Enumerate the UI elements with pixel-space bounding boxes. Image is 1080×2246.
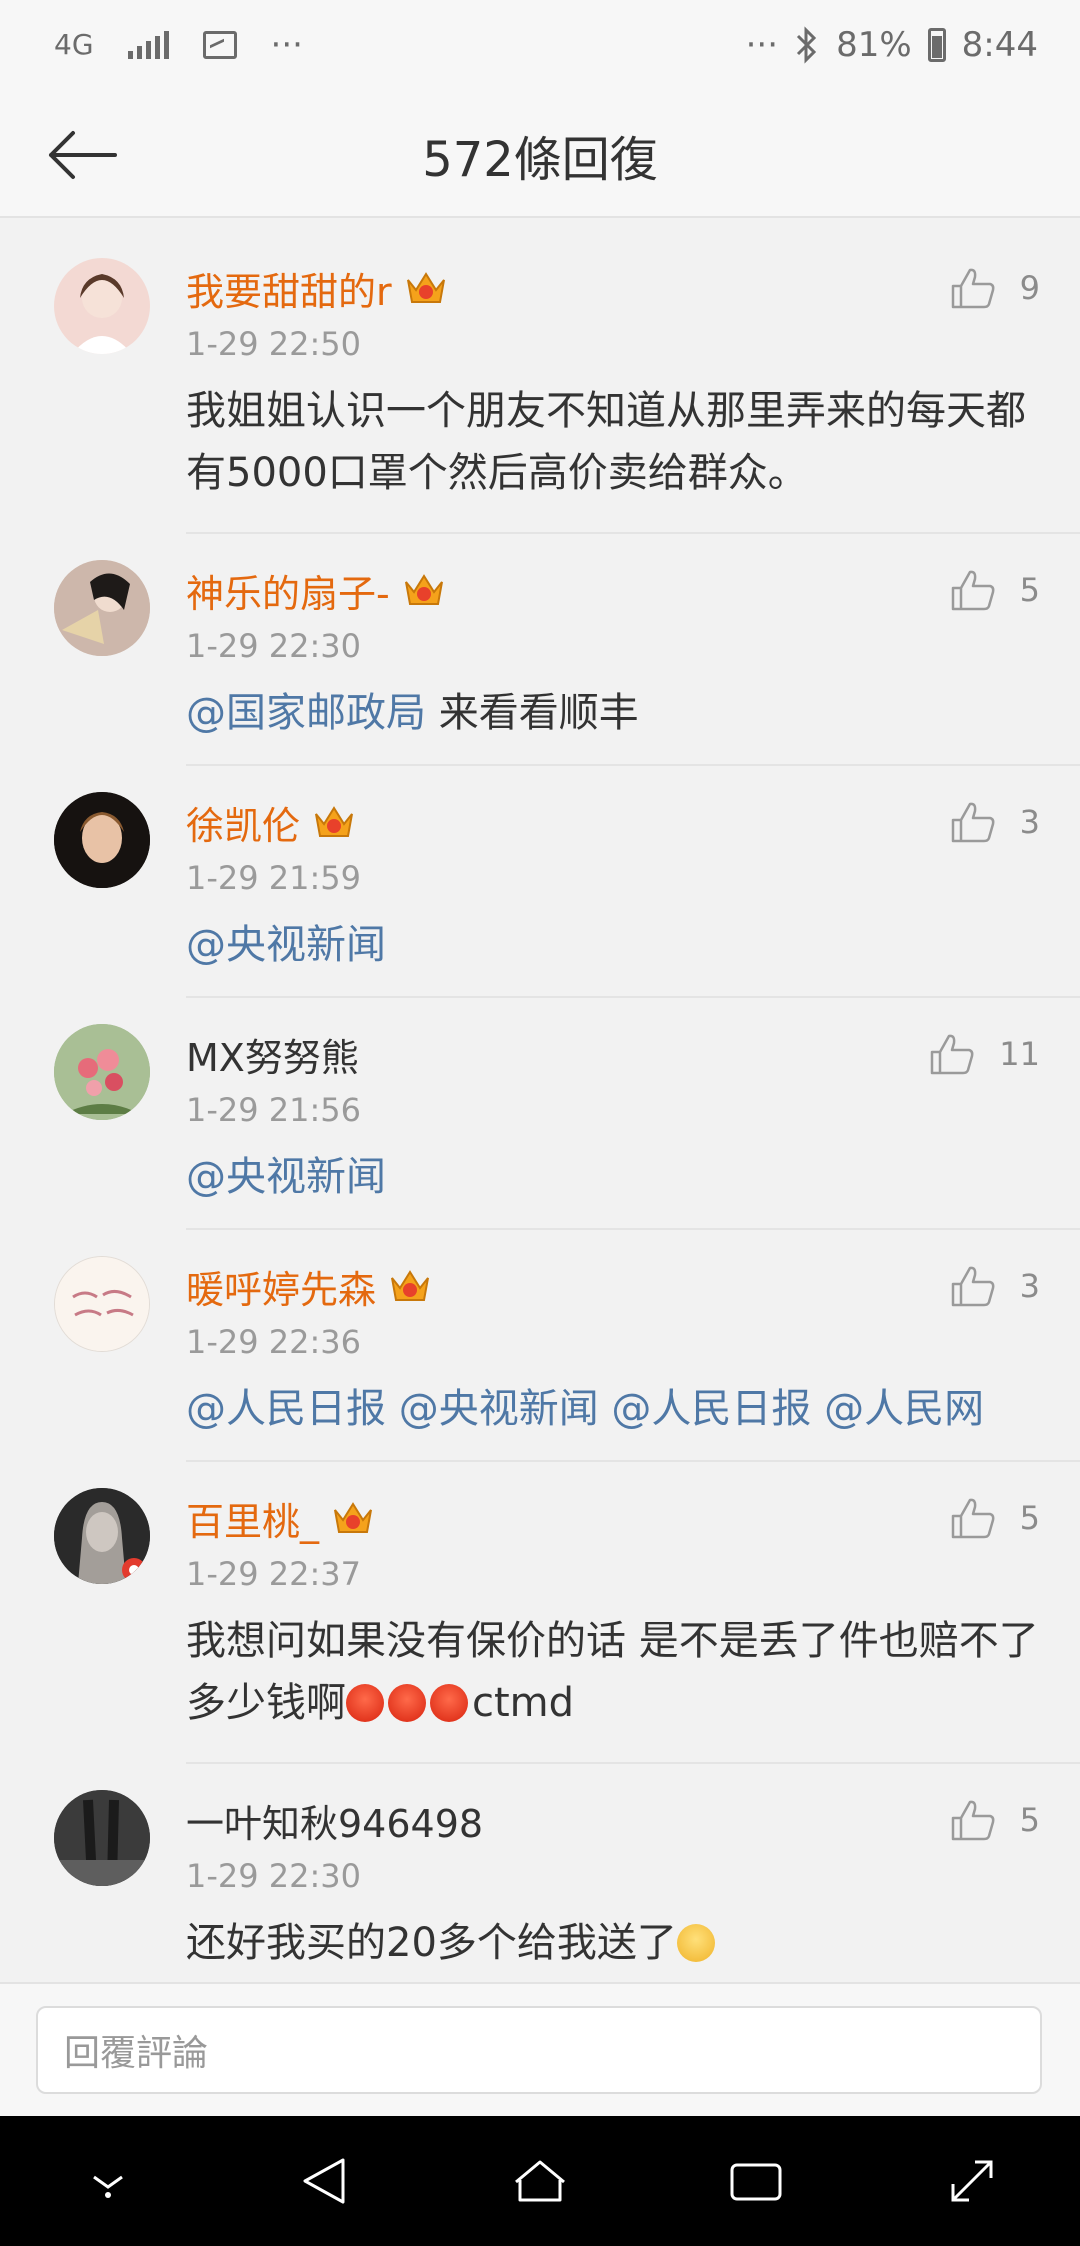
username[interactable]: 暖呼婷先森 (186, 1259, 376, 1314)
vip-crown-icon (406, 272, 445, 303)
like-count: 5 (1019, 1801, 1040, 1839)
thumbs-up-icon (931, 1034, 974, 1075)
username[interactable]: 我要甜甜的r (186, 261, 392, 316)
thumbs-up-icon (951, 1498, 995, 1539)
bluetooth-icon (797, 26, 817, 64)
comment-time: 1-29 21:56 (186, 1091, 362, 1129)
like-button[interactable]: 5 (950, 1496, 1040, 1540)
comment-item: 神乐的扇子- 1-29 22:30 @国家邮政局 来看看顺丰 5 (54, 534, 1080, 766)
comment-item: 我要甜甜的r 1-29 22:50 我姐姐认识一个朋友不知道从那里弄来的每天都有… (54, 232, 1080, 534)
vip-crown-icon (334, 1502, 372, 1533)
nav-expand-button[interactable] (927, 2136, 1017, 2226)
like-button[interactable]: 3 (950, 1264, 1040, 1308)
like-button[interactable]: 5 (950, 568, 1040, 612)
like-count: 3 (1019, 803, 1040, 841)
comment-text: 还好我买的20多个给我送了 (186, 1912, 1040, 1982)
vip-crown-icon (315, 806, 353, 837)
clock: 8:44 (961, 25, 1038, 65)
comment-list[interactable]: 我要甜甜的r 1-29 22:50 我姐姐认识一个朋友不知道从那里弄来的每天都有… (0, 232, 1080, 1982)
comment-text: 我想问如果没有保价的话 是不是丢了件也赔不了多少钱啊 ctmd (186, 1610, 1040, 1756)
angry-emoji-icon (430, 1684, 468, 1722)
comment-text-tail: ctmd (472, 1680, 575, 1726)
reply-input[interactable]: 回覆評論 (36, 2006, 1042, 2094)
mention-link[interactable]: @央视新闻 (186, 922, 386, 968)
avatar[interactable] (54, 792, 150, 888)
signal-icon (127, 31, 169, 59)
comment-text: 我姐姐认识一个朋友不知道从那里弄来的每天都有5000口罩个然后高价卖给群众。 (186, 388, 1026, 496)
nav-recents-button[interactable] (711, 2136, 801, 2226)
comment-text: @央视新闻 (186, 1146, 1040, 1230)
page-title: 572條回復 (422, 132, 658, 188)
battery-icon (927, 28, 946, 62)
comment-time: 1-29 22:30 (186, 627, 362, 665)
like-count: 5 (1019, 1499, 1040, 1537)
like-button[interactable]: 5 (950, 1798, 1040, 1842)
title-bar: 572條回復 (0, 90, 1080, 218)
avatar[interactable] (54, 258, 150, 354)
comment-item: MX努努熊 1-29 21:56 @央视新闻 11 (54, 998, 1080, 1230)
username[interactable]: 神乐的扇子- (186, 563, 390, 618)
like-button[interactable]: 11 (929, 1032, 1040, 1076)
angry-emoji-icon (346, 1684, 384, 1722)
like-count: 11 (999, 1035, 1040, 1073)
comment-time: 1-29 21:59 (186, 859, 362, 897)
battery-percent: 81% (836, 25, 912, 65)
home-icon (515, 2160, 565, 2202)
vip-crown-icon (391, 1270, 429, 1301)
mention-link[interactable]: @人民日报 @央视新闻 @人民日报 @人民网 (186, 1386, 984, 1432)
comment-text: @人民日报 @央视新闻 @人民日报 @人民网 (186, 1378, 1040, 1462)
comment-time: 1-29 22:36 (186, 1323, 362, 1361)
username[interactable]: 百里桃_ (186, 1491, 319, 1546)
avatar[interactable] (54, 1024, 150, 1120)
network-indicator: 4G (54, 28, 94, 61)
expand-icon (951, 2160, 993, 2202)
recents-icon (730, 2163, 782, 2201)
thumbs-up-icon (951, 802, 995, 843)
comment-time: 1-29 22:50 (186, 325, 362, 363)
like-count: 9 (1019, 269, 1040, 307)
reply-bar: 回覆評論 (0, 1982, 1080, 2116)
avatar[interactable] (54, 1488, 150, 1584)
like-count: 5 (1019, 571, 1040, 609)
username[interactable]: 一叶知秋946498 (186, 1793, 483, 1848)
like-count: 3 (1019, 1267, 1040, 1305)
username[interactable]: 徐凯伦 (186, 795, 300, 850)
thumbs-up-icon (951, 268, 995, 309)
more-status: ··· (745, 25, 779, 65)
avatar[interactable] (54, 560, 150, 656)
image-notification-icon (202, 31, 237, 59)
avatar[interactable] (54, 1790, 150, 1886)
comment-text: @国家邮政局 来看看顺丰 (186, 682, 1040, 766)
back-triangle-icon (303, 2158, 345, 2204)
avatar[interactable] (54, 1256, 150, 1352)
like-button[interactable]: 9 (950, 266, 1040, 310)
angry-emoji-icon (388, 1684, 426, 1722)
nav-hide-button[interactable] (63, 2136, 153, 2226)
comment-text-body: 我想问如果没有保价的话 是不是丢了件也赔不了多少钱啊 (186, 1618, 1039, 1726)
thumbs-up-icon (951, 570, 995, 611)
status-bar: 4G ··· ··· 81% 8:44 (0, 0, 1080, 90)
system-nav-bar (0, 2116, 1080, 2246)
nav-back-button[interactable] (279, 2136, 369, 2226)
chevron-down-icon (93, 2175, 123, 2198)
vip-crown-icon (404, 574, 443, 605)
crying-emoji-icon (676, 1924, 715, 1962)
mention-link[interactable]: @央视新闻 (186, 1154, 386, 1200)
nav-home-button[interactable] (495, 2136, 585, 2226)
thumbs-up-icon (951, 1266, 995, 1307)
comment-text: @央视新闻 (186, 914, 1040, 998)
comment-text-body: 来看看顺丰 (426, 690, 639, 736)
comment-item: 徐凯伦 1-29 21:59 @央视新闻 3 (54, 766, 1080, 998)
comment-item: 一叶知秋946498 1-29 22:30 还好我买的20多个给我送了 5 (54, 1764, 1080, 1982)
comment-time: 1-29 22:30 (186, 1857, 362, 1895)
username[interactable]: MX努努熊 (186, 1027, 359, 1082)
thumbs-up-icon (951, 1800, 995, 1841)
mention-link[interactable]: @国家邮政局 (186, 690, 426, 736)
more-notifications: ··· (270, 25, 303, 65)
comment-item: 暖呼婷先森 1-29 22:36 @人民日报 @央视新闻 @人民日报 @人民网 … (54, 1230, 1080, 1462)
like-button[interactable]: 3 (950, 800, 1040, 844)
comment-text-body: 还好我买的20多个给我送了 (186, 1920, 677, 1966)
comment-item: 百里桃_ 1-29 22:37 我想问如果没有保价的话 是不是丢了件也赔不了多少… (54, 1462, 1080, 1764)
comment-time: 1-29 22:37 (186, 1555, 362, 1593)
